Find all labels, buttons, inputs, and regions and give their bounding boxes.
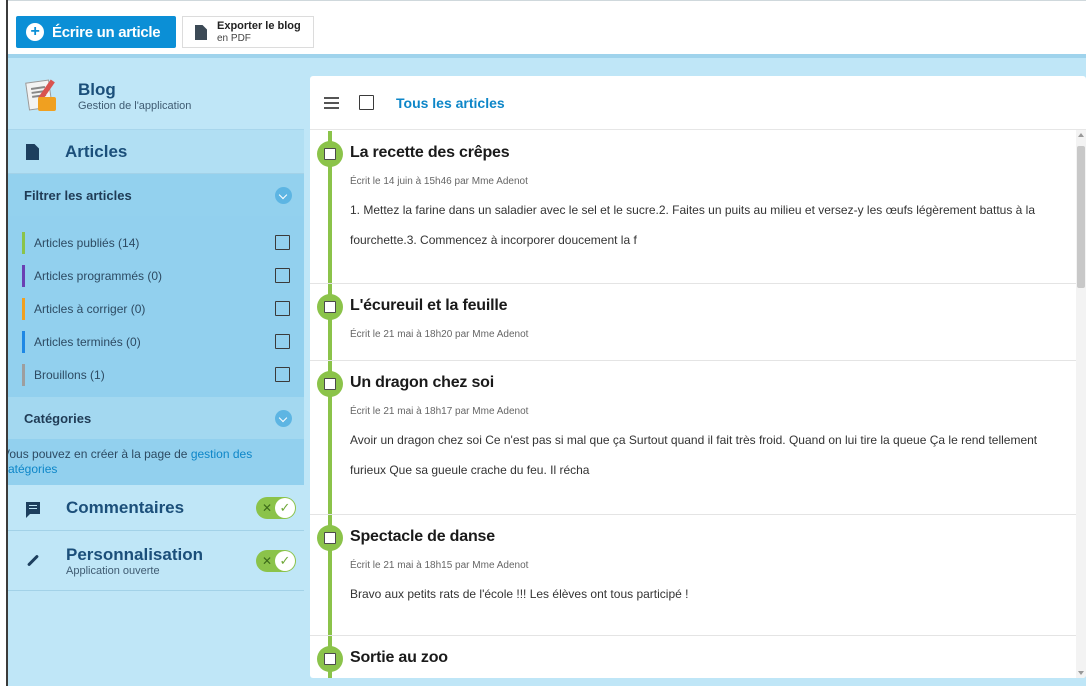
status-color-bar (22, 297, 25, 320)
articles-panel-header: Tous les articles (310, 76, 1086, 130)
filter-item-finished[interactable]: Articles terminés (0) (8, 325, 304, 358)
timeline-pin (317, 371, 343, 399)
chevron-down-icon[interactable] (275, 186, 292, 204)
article-title[interactable]: L'écureuil et la feuille (350, 284, 1060, 315)
filter-checkbox[interactable] (275, 367, 290, 382)
export-label: Exporter le blog (217, 19, 301, 32)
categories-info: Vous pouvez en créer à la page de gestio… (6, 439, 304, 485)
check-icon: ✓ (275, 550, 295, 571)
status-color-bar (22, 330, 25, 353)
categories-info-text: Vous pouvez en créer à la page de (6, 447, 188, 461)
top-toolbar: + Écrire un article Exporter le blog en … (8, 0, 1086, 58)
timeline-pin (317, 294, 343, 322)
scroll-down-arrow-icon[interactable] (1078, 671, 1084, 675)
status-color-bar (22, 363, 25, 386)
blog-app-header[interactable]: Blog Gestion de l'application (8, 62, 304, 130)
filter-checkbox[interactable] (275, 268, 290, 283)
sidebar: Blog Gestion de l'application Articles F… (8, 62, 304, 686)
article-meta: Écrit le 21 mai à 18h20 par Mme Adenot (350, 329, 529, 340)
menu-icon[interactable] (324, 101, 339, 104)
close-icon: ✕ (262, 553, 273, 568)
check-icon: ✓ (275, 497, 295, 518)
article-meta: Écrit le 14 juin à 15h46 par Mme Adenot (350, 176, 528, 187)
article-title[interactable]: Un dragon chez soi (350, 361, 1060, 392)
status-color-bar (22, 264, 25, 287)
article-excerpt: Bravo aux petits rats de l'école !!! Les… (350, 587, 689, 601)
filter-list: Articles publiés (14) Articles programmé… (8, 216, 304, 397)
document-icon (26, 143, 39, 160)
filter-checkbox[interactable] (275, 334, 290, 349)
chevron-down-icon[interactable] (275, 409, 292, 427)
article-checkbox[interactable] (324, 653, 336, 665)
blog-subtitle: Gestion de l'application (78, 99, 192, 112)
filter-item-to-correct[interactable]: Articles à corriger (0) (8, 292, 304, 325)
select-all-checkbox[interactable] (359, 95, 374, 110)
article-checkbox[interactable] (324, 378, 336, 390)
article-checkbox[interactable] (324, 532, 336, 544)
document-icon (195, 24, 207, 40)
write-article-label: Écrire un article (52, 23, 161, 41)
timeline-pin (317, 646, 343, 674)
article-checkbox[interactable] (324, 148, 336, 160)
article-list: La recette des crêpes Écrit le 14 juin à… (310, 131, 1076, 678)
plus-icon: + (26, 23, 44, 41)
timeline-pin (317, 525, 343, 553)
customization-toggle[interactable]: ✕ ✓ (256, 549, 296, 572)
comment-icon (26, 501, 40, 518)
timeline-pin (317, 141, 343, 169)
close-icon: ✕ (262, 500, 273, 515)
filter-label: Articles à corriger (0) (34, 301, 146, 316)
filter-label: Brouillons (1) (34, 367, 105, 382)
all-articles-label[interactable]: Tous les articles (396, 95, 505, 111)
customization-sublabel: Application ouverte (66, 564, 160, 577)
article-title[interactable]: La recette des crêpes (350, 131, 1060, 162)
scroll-up-arrow-icon[interactable] (1078, 133, 1084, 137)
categories-section-header[interactable]: Catégories (8, 397, 304, 439)
blog-app-icon (24, 78, 58, 113)
export-pdf-button[interactable]: Exporter le blog en PDF (182, 16, 314, 48)
article-excerpt: 1. Mettez la farine dans un saladier ave… (350, 203, 1036, 247)
article-checkbox[interactable] (324, 301, 336, 313)
articles-panel: Tous les articles La recette des crêpes … (310, 76, 1086, 678)
filter-item-scheduled[interactable]: Articles programmés (0) (8, 259, 304, 292)
article-excerpt: Avoir un dragon chez soi Ce n'est pas si… (350, 433, 1038, 477)
filter-checkbox[interactable] (275, 235, 290, 250)
articles-label: Articles (65, 141, 128, 161)
filter-label: Articles programmés (0) (34, 268, 163, 283)
sidebar-item-customization[interactable]: Personnalisation Application ouverte ✕ ✓ (8, 531, 304, 591)
filter-checkbox[interactable] (275, 301, 290, 316)
article-item[interactable]: Spectacle de danse Écrit le 21 mai à 18h… (310, 515, 1076, 636)
app-frame: + Écrire un article Exporter le blog en … (6, 0, 1086, 686)
customization-label: Personnalisation (66, 544, 203, 564)
status-color-bar (22, 231, 25, 254)
article-item[interactable]: L'écureuil et la feuille Écrit le 21 mai… (310, 284, 1076, 361)
filter-label: Articles terminés (0) (34, 334, 141, 349)
article-title[interactable]: Sortie au zoo (350, 636, 1060, 667)
export-sublabel: en PDF (217, 32, 251, 44)
brush-icon (26, 554, 40, 567)
article-item[interactable]: Sortie au zoo (310, 636, 1076, 678)
article-item[interactable]: Un dragon chez soi Écrit le 21 mai à 18h… (310, 361, 1076, 515)
article-item[interactable]: La recette des crêpes Écrit le 14 juin à… (310, 131, 1076, 284)
article-title[interactable]: Spectacle de danse (350, 515, 1060, 546)
write-article-button[interactable]: + Écrire un article (16, 16, 176, 48)
categories-title: Catégories (24, 410, 92, 426)
article-meta: Écrit le 21 mai à 18h17 par Mme Adenot (350, 406, 529, 417)
scrollbar[interactable] (1076, 130, 1086, 678)
comments-label: Commentaires (66, 497, 185, 517)
filter-item-drafts[interactable]: Brouillons (1) (8, 358, 304, 391)
filter-item-published[interactable]: Articles publiés (14) (8, 226, 304, 259)
article-meta: Écrit le 21 mai à 18h15 par Mme Adenot (350, 560, 529, 571)
sidebar-item-articles[interactable]: Articles (8, 130, 304, 174)
filter-title: Filtrer les articles (24, 187, 132, 203)
blog-title: Blog (78, 79, 116, 99)
scrollbar-thumb[interactable] (1077, 146, 1085, 288)
sidebar-item-comments[interactable]: Commentaires ✕ ✓ (8, 485, 304, 531)
filter-section-header[interactable]: Filtrer les articles (8, 174, 304, 216)
comments-toggle[interactable]: ✕ ✓ (256, 496, 296, 519)
filter-label: Articles publiés (14) (34, 235, 140, 250)
